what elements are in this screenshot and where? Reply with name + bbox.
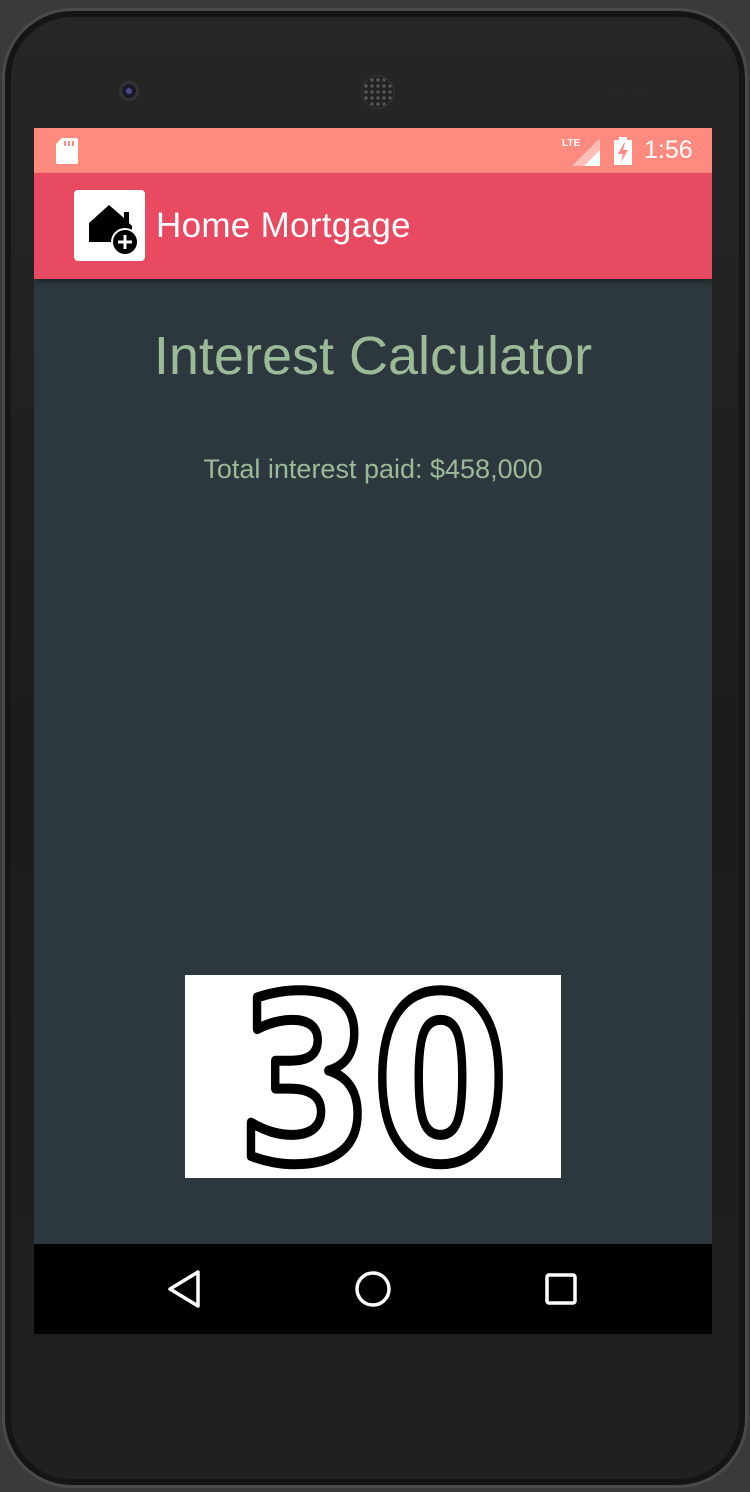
sd-card-icon	[56, 138, 78, 164]
loan-term-image[interactable]: 30	[185, 944, 561, 1221]
svg-text:LTE: LTE	[562, 138, 580, 149]
light-sensor	[633, 85, 643, 95]
loan-term-graphic: 30	[233, 944, 513, 1221]
lte-signal-icon: LTE	[562, 138, 600, 166]
back-icon[interactable]	[162, 1266, 208, 1312]
earpiece-speaker	[361, 75, 395, 109]
recents-icon[interactable]	[538, 1266, 584, 1312]
home-add-icon	[89, 205, 139, 256]
proximity-sensor	[609, 85, 619, 95]
home-icon[interactable]	[350, 1266, 396, 1312]
screen: LTE 1:56 Home Mortgage Interest Calculat…	[34, 128, 712, 1334]
app-title: Home Mortgage	[156, 206, 411, 245]
navigation-bar	[34, 1244, 712, 1334]
loan-term-value: 30	[238, 975, 508, 1178]
main-content: Interest Calculator Total interest paid:…	[34, 279, 712, 1244]
battery-charging-icon	[614, 137, 632, 165]
app-logo	[74, 190, 145, 261]
page-title: Interest Calculator	[153, 326, 593, 386]
front-camera	[119, 81, 139, 101]
total-interest-label: Total interest paid: $458,000	[203, 454, 543, 484]
status-bar: LTE 1:56	[34, 128, 712, 173]
app-bar: Home Mortgage	[34, 173, 712, 279]
status-clock: 1:56	[644, 136, 693, 164]
